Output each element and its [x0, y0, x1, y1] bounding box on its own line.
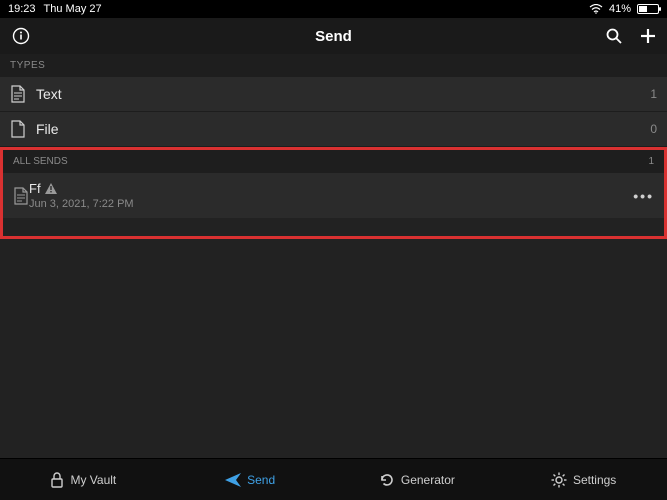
type-text-label: Text	[36, 86, 650, 102]
all-sends-count: 1	[648, 156, 654, 167]
tab-bar: My Vault Send Generator Settings	[0, 458, 667, 500]
battery-icon	[637, 4, 659, 14]
send-item[interactable]: Ff Jun 3, 2021, 7:22 PM •••	[3, 173, 664, 218]
battery-percent: 41%	[609, 3, 631, 15]
status-time: 19:23	[8, 3, 36, 15]
main-content: TYPES Text 1 File 0 ALL SENDS 1 Ff	[0, 54, 667, 458]
highlight-annotation: ALL SENDS 1 Ff Jun 3, 2021, 7:22 PM •••	[0, 147, 667, 239]
tab-settings-label: Settings	[573, 473, 616, 487]
section-types-header: TYPES	[0, 54, 667, 77]
tab-settings[interactable]: Settings	[500, 459, 667, 500]
all-sends-label: ALL SENDS	[13, 156, 68, 167]
document-icon	[10, 85, 26, 103]
type-file-count: 0	[650, 122, 657, 136]
type-row-text[interactable]: Text 1	[0, 77, 667, 112]
send-item-date: Jun 3, 2021, 7:22 PM	[29, 198, 633, 210]
tab-my-vault[interactable]: My Vault	[0, 459, 167, 500]
warning-icon	[45, 183, 57, 194]
tab-send-label: Send	[247, 473, 275, 487]
file-icon	[10, 120, 26, 138]
status-date: Thu May 27	[44, 3, 102, 15]
search-icon[interactable]	[605, 27, 623, 45]
page-title: Send	[315, 28, 352, 45]
status-bar: 19:23 Thu May 27 41%	[0, 0, 667, 18]
tab-vault-label: My Vault	[70, 473, 116, 487]
tab-generator[interactable]: Generator	[334, 459, 501, 500]
type-file-label: File	[36, 121, 650, 137]
send-item-name: Ff	[29, 181, 41, 196]
refresh-icon	[379, 472, 395, 488]
document-icon	[13, 187, 29, 205]
spacer	[3, 218, 664, 236]
add-icon[interactable]	[639, 27, 657, 45]
types-label: TYPES	[10, 60, 45, 71]
tab-generator-label: Generator	[401, 473, 455, 487]
lock-icon	[50, 472, 64, 488]
app-header: Send	[0, 18, 667, 54]
tab-send[interactable]: Send	[167, 459, 334, 500]
send-icon	[225, 473, 241, 487]
gear-icon	[551, 472, 567, 488]
more-options-icon[interactable]: •••	[633, 188, 654, 204]
type-text-count: 1	[650, 87, 657, 101]
wifi-icon	[589, 4, 603, 14]
type-row-file[interactable]: File 0	[0, 112, 667, 147]
info-icon[interactable]	[12, 27, 30, 45]
section-all-sends-header: ALL SENDS 1	[3, 150, 664, 173]
